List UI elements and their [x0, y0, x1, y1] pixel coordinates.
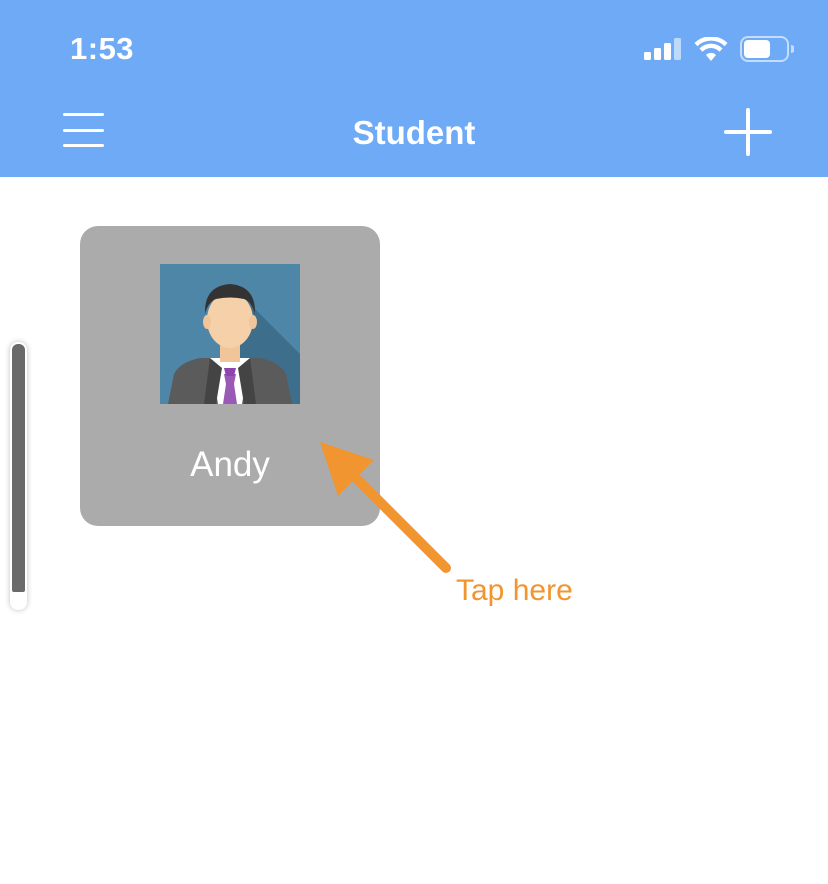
businessman-avatar-icon: [160, 264, 300, 404]
battery-icon: [740, 36, 794, 62]
scroll-indicator[interactable]: [10, 342, 27, 610]
wifi-icon: [694, 37, 728, 61]
scroll-indicator-fill: [12, 344, 25, 592]
plus-icon: [724, 108, 772, 156]
cellular-signal-icon: [644, 38, 681, 60]
nav-header: 1:53 Student: [0, 0, 828, 177]
arrow-icon: [320, 442, 451, 573]
tap-here-hint: Tap here: [456, 574, 573, 607]
add-button[interactable]: [722, 106, 774, 158]
status-time: 1:53: [70, 31, 135, 66]
status-icons: [644, 34, 794, 64]
page-title: Student: [352, 114, 476, 151]
